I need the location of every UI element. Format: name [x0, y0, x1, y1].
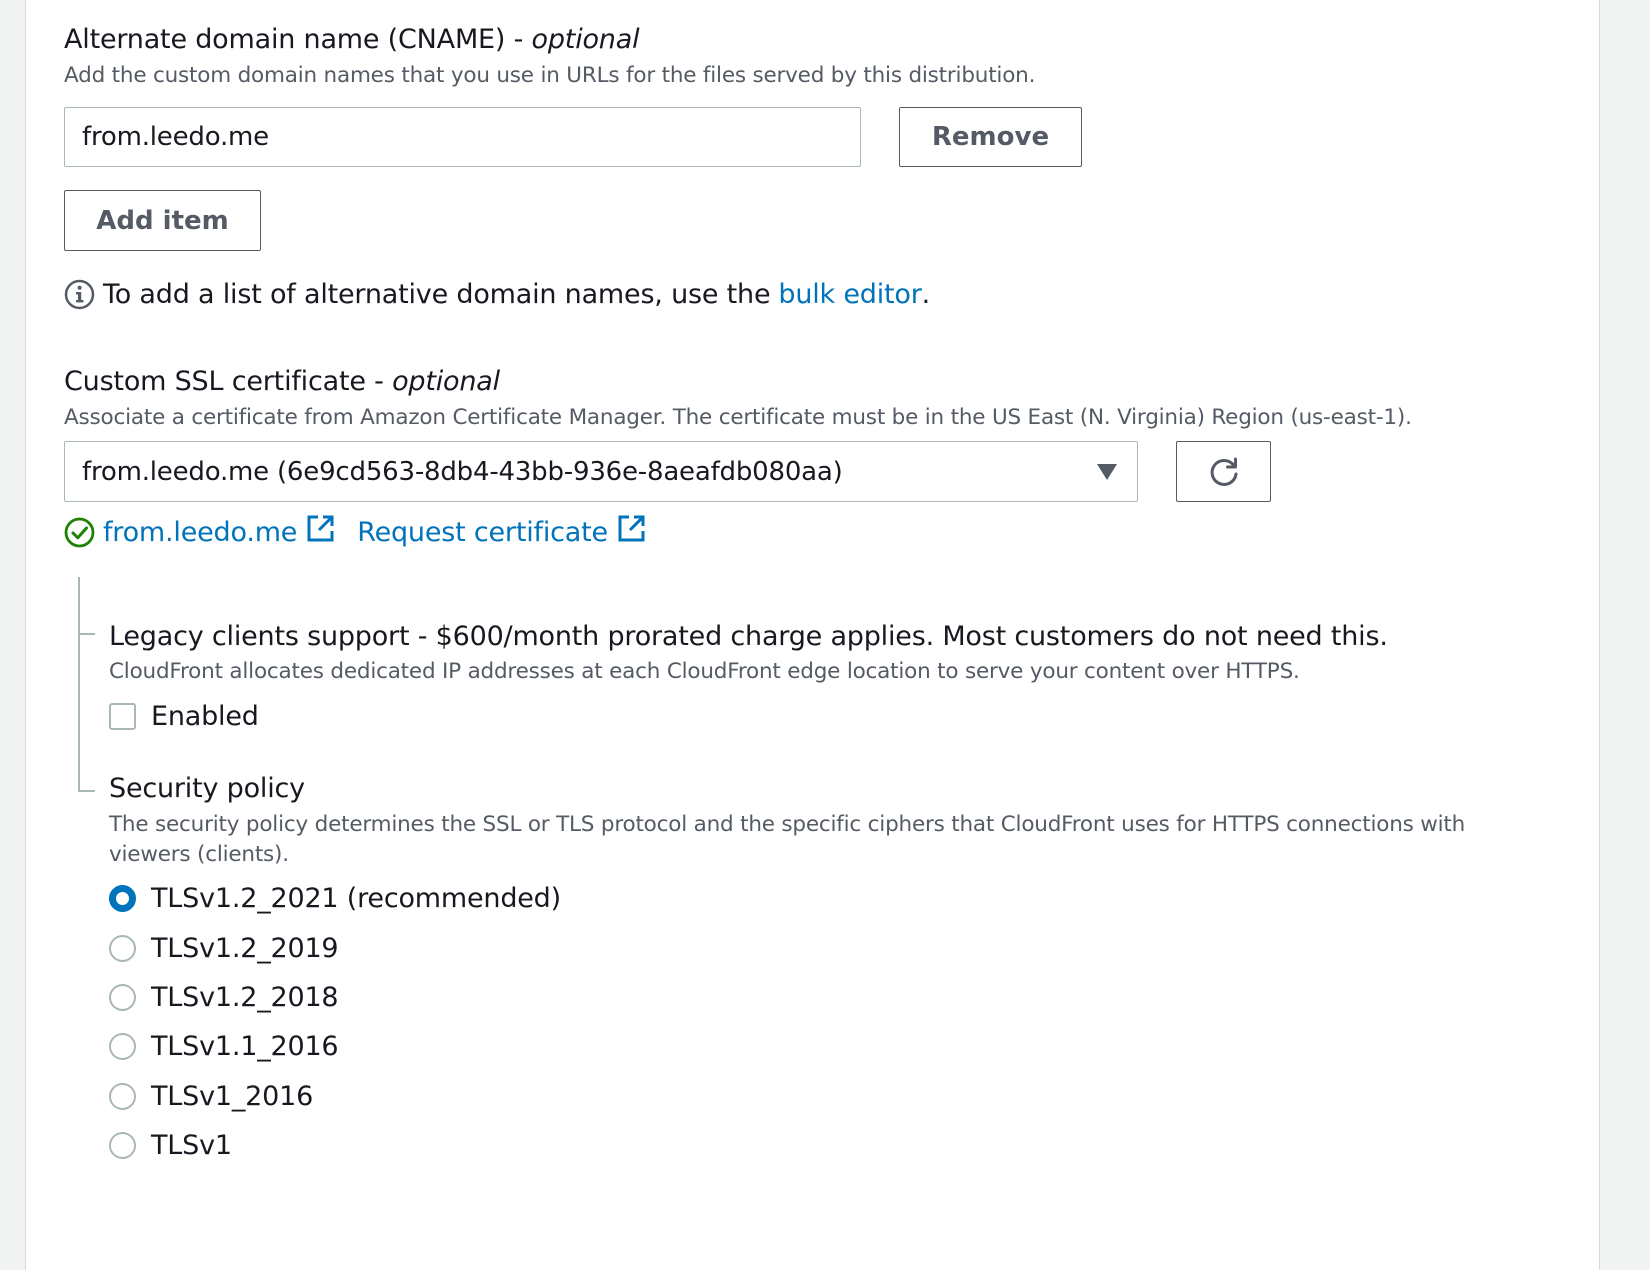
policy-option-tlsv1-1-2016[interactable]: TLSv1.1_2016	[109, 1031, 339, 1062]
policy-option-label: TLSv1.2_2019	[151, 933, 339, 964]
radio-button[interactable]	[109, 984, 136, 1011]
refresh-button[interactable]	[1176, 441, 1271, 502]
ssl-description: Associate a certificate from Amazon Cert…	[64, 405, 1412, 430]
legacy-clients-label: Legacy clients support - $600/month pror…	[109, 621, 1388, 652]
ssl-certificate-selected: from.leedo.me (6e9cd563-8db4-43bb-936e-8…	[82, 456, 843, 487]
policy-option-tlsv1-2-2019[interactable]: TLSv1.2_2019	[109, 933, 339, 964]
policy-option-tlsv1-2016[interactable]: TLSv1_2016	[109, 1081, 313, 1112]
policy-option-label: TLSv1.2_2018	[151, 982, 339, 1013]
security-policy-description-line1: The security policy determines the SSL o…	[109, 812, 1466, 837]
policy-option-tlsv1[interactable]: TLSv1	[109, 1130, 232, 1161]
security-policy-label: Security policy	[109, 773, 305, 804]
ssl-label: Custom SSL certificate - optional	[64, 366, 500, 397]
radio-button[interactable]	[109, 1083, 136, 1110]
cname-input[interactable]: from.leedo.me	[64, 107, 861, 167]
bulk-editor-hint: To add a list of alternative domain name…	[64, 279, 930, 310]
settings-panel: Alternate domain name (CNAME) - optional…	[25, 0, 1600, 1270]
policy-option-tlsv1-2-2021[interactable]: TLSv1.2_2021 (recommended)	[109, 883, 561, 914]
radio-button[interactable]	[109, 1033, 136, 1060]
certificate-links: from.leedo.me Request certificate	[64, 514, 646, 550]
tree-branch	[78, 633, 95, 635]
bulk-editor-link[interactable]: bulk editor	[778, 279, 921, 310]
request-certificate-link[interactable]: Request certificate	[357, 517, 608, 548]
caret-down-icon	[1097, 464, 1117, 480]
legacy-clients-checkbox-row[interactable]: Enabled	[109, 701, 259, 732]
external-link-icon	[617, 514, 646, 550]
radio-button[interactable]	[109, 885, 136, 912]
tree-line	[78, 577, 80, 791]
cname-description: Add the custom domain names that you use…	[64, 63, 1036, 88]
cname-label: Alternate domain name (CNAME) - optional	[64, 24, 640, 55]
policy-option-tlsv1-2-2018[interactable]: TLSv1.2_2018	[109, 982, 339, 1013]
remove-button[interactable]: Remove	[899, 107, 1082, 167]
policy-option-label: TLSv1	[151, 1130, 232, 1161]
radio-button[interactable]	[109, 935, 136, 962]
check-circle-icon	[64, 517, 95, 548]
info-icon	[64, 279, 95, 310]
radio-button[interactable]	[109, 1132, 136, 1159]
tree-branch	[78, 790, 95, 792]
add-item-button[interactable]: Add item	[64, 190, 261, 251]
external-link-icon	[306, 514, 335, 550]
legacy-clients-checkbox[interactable]	[109, 703, 136, 730]
refresh-icon	[1210, 457, 1237, 486]
legacy-clients-description: CloudFront allocates dedicated IP addres…	[109, 659, 1300, 684]
ssl-certificate-select[interactable]: from.leedo.me (6e9cd563-8db4-43bb-936e-8…	[64, 441, 1138, 502]
security-policy-description-line2: viewers (clients).	[109, 842, 289, 867]
legacy-clients-checkbox-label: Enabled	[151, 701, 259, 732]
policy-option-label: TLSv1.1_2016	[151, 1031, 339, 1062]
bulk-editor-prefix: To add a list of alternative domain name…	[103, 279, 771, 310]
policy-option-label: TLSv1.2_2021 (recommended)	[151, 883, 561, 914]
bulk-editor-suffix: .	[921, 279, 931, 310]
policy-option-label: TLSv1_2016	[151, 1081, 314, 1112]
certificate-link[interactable]: from.leedo.me	[103, 517, 297, 548]
